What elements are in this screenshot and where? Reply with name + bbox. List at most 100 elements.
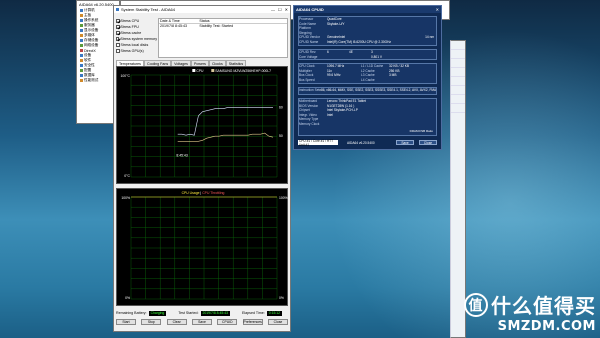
- y-tick-label: 0%: [125, 296, 130, 300]
- battery-label: Remaining Battery:: [116, 311, 147, 315]
- window-title: System Stability Test - AIDA64: [121, 7, 175, 12]
- series-line-1: [177, 132, 274, 142]
- field-value: [349, 55, 371, 60]
- close-icon[interactable]: ✕: [436, 7, 439, 12]
- stress-option-label: Stress FPU: [120, 25, 139, 29]
- tree-item-label: 性能测试: [84, 78, 99, 82]
- tree-item-icon: [80, 64, 83, 67]
- dram-ratio-label: DRAM:FSB Ratio: [409, 129, 433, 133]
- tree-item-icon: [80, 19, 83, 22]
- tree-item-icon: [80, 24, 83, 27]
- cpuid-row: Core Voltage 0.801 V: [299, 55, 436, 60]
- table-row[interactable]: 2019/7/8 8:45:43 Stability Test: Started: [159, 24, 287, 29]
- clear-button[interactable]: Clear: [166, 319, 187, 325]
- cpuid-title: AIDA64 CPUID: [296, 7, 324, 12]
- tree-item-icon: [80, 54, 83, 57]
- cpuid-window: AIDA64 CPUID ✕ Processor QuadCore Code Nam…: [293, 5, 442, 150]
- aida-main-title: AIDA64 v6.20.5400: [79, 2, 114, 7]
- started-value: 2019/7/8 8:45:43: [200, 310, 230, 316]
- col-datetime: Date & Time: [160, 19, 180, 23]
- field-value: 3 MB: [389, 73, 397, 78]
- legend-swatch-cpu: [192, 69, 196, 72]
- temperature-chart: 100°C 0°C 60 50 8:45:43 CPU SAMSUNG MZVLW256HE…: [121, 69, 283, 178]
- checkbox[interactable]: [116, 43, 120, 47]
- col-status: Status: [199, 19, 210, 23]
- cpuid-close-button[interactable]: Close: [419, 140, 437, 145]
- stress-option-label: Stress CPU: [120, 19, 140, 23]
- cpu-usage-chart: CPU Usage | CPU Throttling 100% 0% 100% 0%: [121, 191, 288, 300]
- series-line-0: [177, 107, 273, 136]
- watermark-logo: 值: [464, 292, 488, 317]
- tree-item-icon: [80, 74, 83, 77]
- watermark-url: SMZDM.COM: [497, 319, 596, 334]
- cpuid-version: AIDA64 v6.20.5400: [347, 140, 375, 145]
- field-label: L4 Cache: [361, 77, 375, 82]
- field-value: Intel: [327, 112, 334, 117]
- preferences-button[interactable]: Preferences: [242, 319, 263, 325]
- row-datetime: 2019/7/8 8:45:43: [160, 24, 187, 28]
- save-button[interactable]: Save: [191, 319, 212, 325]
- stress-options: Stress CPU Stress FPU Stress cache Stress s…: [116, 18, 157, 54]
- cpuid-revision-section: CPUID Rev. 6 4E 3 Core Voltage 0.801 V: [298, 49, 437, 60]
- cpuid-titlebar: AIDA64 CPUID ✕: [294, 6, 441, 13]
- row-status: Stability Test: Started: [199, 24, 234, 28]
- cpuid-row: Bus Speed L4 Cache: [299, 78, 436, 83]
- tree-item-icon: [80, 29, 83, 32]
- tree-item-icon: [80, 79, 83, 82]
- y-tick-label: 100°C: [121, 74, 131, 78]
- cpu-usage-title: CPU Usage | CPU Throttling: [182, 191, 225, 195]
- cpuid-row: Memory Clock: [299, 122, 436, 127]
- stress-option-label: Stress system memory: [120, 37, 157, 41]
- status-bar: Remaining Battery: Charging Test Started…: [116, 309, 288, 317]
- close-button[interactable]: Close: [267, 319, 288, 325]
- field-label: Core Voltage: [299, 54, 318, 59]
- tree-item-icon: [80, 49, 83, 52]
- cpuid-button[interactable]: CPUID: [217, 319, 238, 325]
- button-row: Start Stop Clear Save CPUID Preferences Close: [116, 319, 288, 327]
- cpuid-row: Instruction Set x86, x86-64, MMX, SSE, SS…: [299, 88, 436, 93]
- process-node: 14 nm: [425, 35, 434, 40]
- stress-option-label: Stress cache: [120, 31, 142, 35]
- field-label: CPUID Name: [299, 39, 319, 44]
- cpuid-save-button[interactable]: Save: [396, 140, 414, 145]
- checkbox[interactable]: [116, 25, 120, 29]
- checkbox[interactable]: [116, 37, 120, 41]
- started-label: Test Started:: [178, 311, 199, 315]
- right-value-label: 100%: [279, 196, 288, 200]
- field-label: Memory Clock: [299, 121, 320, 126]
- core-select-dropdown[interactable]: CPU #1 / Core #1 / HTT Unit #1: [298, 139, 338, 147]
- status-table: Date & Time Status 2019/7/8 8:45:43 Stab…: [158, 18, 288, 58]
- checkbox[interactable]: [116, 19, 120, 23]
- cpuid-instruction-section: Instruction Set x86, x86-64, MMX, SSE, SS…: [298, 87, 437, 95]
- stop-button[interactable]: Stop: [141, 319, 162, 325]
- right-value-label: 50: [279, 134, 283, 138]
- tree-item-icon: [80, 14, 83, 17]
- close-icon[interactable]: ✕: [285, 7, 288, 12]
- app-icon: [116, 8, 119, 11]
- cpuid-processor-section: Processor QuadCore Code Name Skylake-U/Y Pla…: [298, 16, 437, 46]
- elapsed-label: Elapsed Time:: [241, 311, 265, 315]
- minimize-icon[interactable]: —: [271, 7, 275, 12]
- maximize-icon[interactable]: ☐: [278, 7, 282, 12]
- stability-test-window: System Stability Test - AIDA64 — ☐ ✕ Str…: [113, 5, 291, 332]
- field-label: Instruction Set: [299, 88, 320, 92]
- battery-value: Charging: [148, 310, 167, 316]
- right-value-label: 0%: [279, 296, 284, 300]
- tree-item-label: DirectX: [84, 48, 96, 53]
- watermark-text: 什么值得买: [491, 294, 596, 318]
- elapsed-value: 0:15:12: [266, 310, 283, 316]
- field-value: 0.801 V: [371, 54, 382, 59]
- temperature-graph: 100°C 0°C 60 50 8:45:43 CPU SAMSUNG MZVLW256HE…: [116, 66, 288, 184]
- field-value: x86, x86-64, MMX, SSE, SSE2, SSE3, SSSE3…: [319, 88, 436, 92]
- start-button[interactable]: Start: [116, 319, 136, 325]
- watermark: 值 什么值得买 SMZDM.COM: [464, 290, 596, 334]
- cpu-usage-title-text: CPU Usage: [182, 191, 200, 195]
- cpu-usage-graph: CPU Usage | CPU Throttling 100% 0% 100% 0%: [116, 188, 288, 306]
- cpuid-row: CPUID Name Intel(R) Core(TM) i5-6200U CPU…: [299, 40, 436, 45]
- tree-item-icon: [80, 9, 83, 12]
- right-value-label: 60: [279, 106, 283, 110]
- stress-option[interactable]: Stress GPU(s): [116, 48, 157, 54]
- checkbox[interactable]: [116, 49, 120, 53]
- checkbox[interactable]: [116, 31, 120, 35]
- tree-item-icon: [80, 39, 83, 42]
